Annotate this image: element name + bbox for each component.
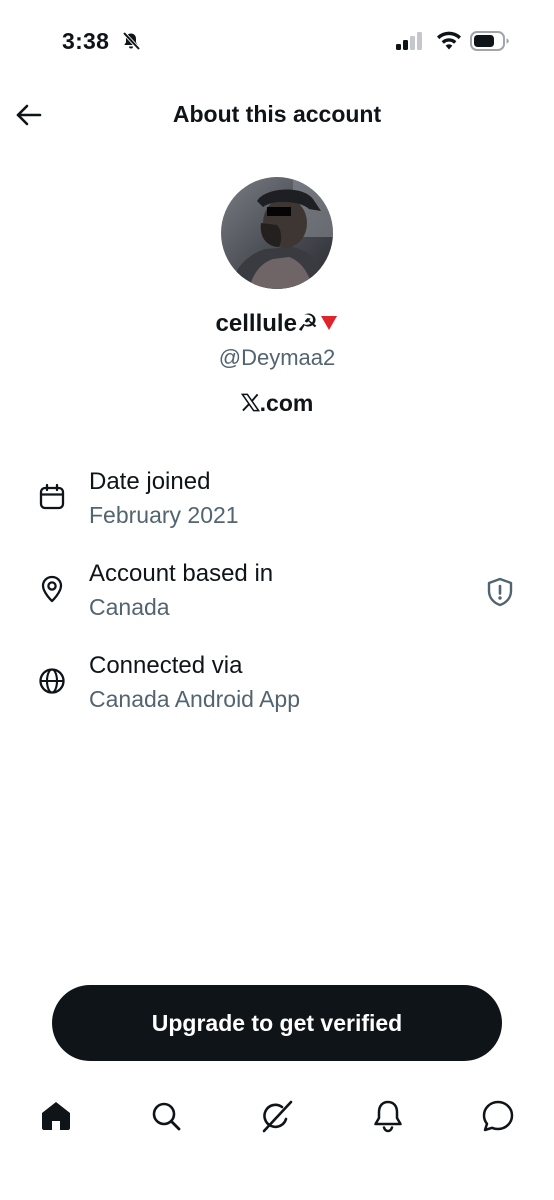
cellular-signal-icon	[396, 32, 422, 50]
bottom-tab-bar	[0, 1090, 554, 1150]
red-triangle-icon	[321, 315, 338, 330]
handle: @Deymaa2	[218, 345, 336, 370]
status-time: 3:38	[62, 28, 110, 54]
bell-mute-icon	[122, 31, 141, 51]
info-connected-via: Connected via Canada Android App	[0, 652, 554, 732]
notifications-icon[interactable]	[370, 1098, 406, 1134]
page-title: About this account	[172, 101, 382, 127]
upgrade-button[interactable]: Upgrade to get verified	[52, 985, 502, 1061]
battery-icon	[470, 31, 509, 51]
location-pin-icon	[41, 575, 63, 603]
calendar-icon	[39, 483, 65, 510]
site-text: .com	[259, 390, 314, 416]
globe-icon	[39, 668, 65, 694]
info-label: Connected via	[89, 652, 243, 679]
avatar[interactable]	[221, 177, 333, 289]
info-date-joined: Date joined February 2021	[0, 468, 554, 548]
site-row[interactable]: .com	[0, 390, 554, 417]
info-account-based-in: Account based in Canada	[0, 560, 554, 640]
info-label: Account based in	[89, 560, 274, 587]
home-icon[interactable]	[38, 1098, 74, 1134]
search-icon[interactable]	[148, 1098, 184, 1134]
messages-icon[interactable]	[480, 1098, 516, 1134]
info-value: February 2021	[89, 502, 239, 528]
display-name: celllule☭	[215, 310, 319, 337]
info-label: Date joined	[89, 468, 211, 495]
display-name-row: celllule☭	[0, 309, 554, 338]
info-value: Canada	[89, 594, 170, 620]
wifi-icon	[437, 31, 461, 50]
shield-alert-icon[interactable]	[484, 576, 516, 608]
x-logo-icon	[240, 394, 260, 412]
status-bar: 3:38	[0, 0, 554, 84]
info-value: Canada Android App	[89, 686, 301, 712]
grok-icon[interactable]	[259, 1098, 295, 1134]
